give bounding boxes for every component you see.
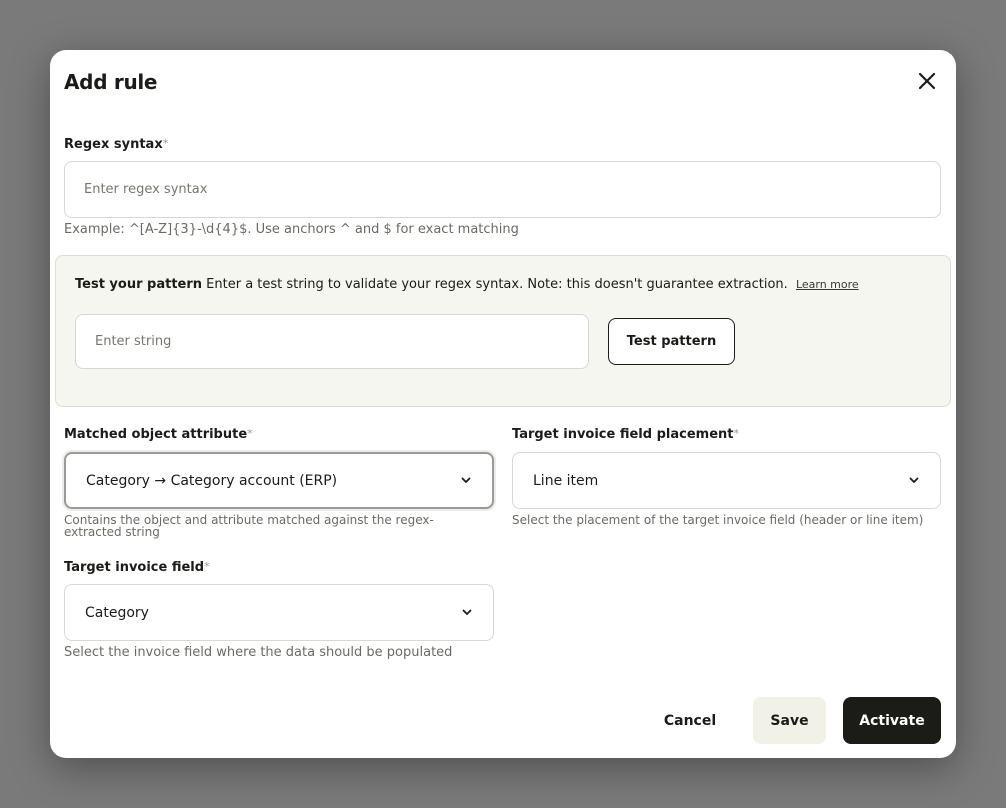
required-mark: * — [204, 560, 210, 573]
test-string-input[interactable] — [75, 314, 589, 369]
matched-attribute-value: Category → Category account (ERP) — [86, 472, 338, 489]
chevron-down-icon — [461, 607, 473, 619]
target-field-label-text: Target invoice field — [64, 560, 205, 575]
matched-attribute-hint: Contains the object and attribute matche… — [64, 513, 434, 539]
chevron-down-icon — [908, 475, 920, 487]
add-rule-dialog: Add rule Regex syntax* Example: ^[A-Z]{3… — [50, 50, 956, 758]
target-field-value: Category — [85, 604, 149, 621]
target-field-select[interactable]: Category — [64, 584, 494, 641]
target-placement-hint: Select the placement of the target invoi… — [512, 513, 924, 527]
test-pattern-title: Test your pattern — [75, 277, 203, 292]
close-button[interactable] — [914, 68, 940, 94]
test-pattern-button[interactable]: Test pattern — [608, 318, 735, 365]
required-mark: * — [162, 137, 169, 150]
regex-hint: Example: ^[A-Z]{3}-\d{4}$. Use anchors ^… — [64, 222, 519, 237]
activate-button[interactable]: Activate — [843, 697, 941, 744]
matched-attribute-select[interactable]: Category → Category account (ERP) — [64, 452, 494, 509]
target-placement-label: Target invoice field placement* — [512, 427, 739, 442]
test-pattern-description: Test your pattern Enter a test string to… — [75, 277, 859, 292]
regex-label: Regex syntax* — [64, 137, 168, 152]
regex-input[interactable] — [64, 161, 941, 218]
target-placement-select[interactable]: Line item — [512, 452, 941, 509]
matched-attribute-label: Matched object attribute* — [64, 427, 253, 442]
required-mark: * — [247, 427, 253, 440]
regex-label-text: Regex syntax — [64, 137, 163, 152]
target-field-label: Target invoice field* — [64, 560, 210, 575]
required-mark: * — [733, 427, 740, 440]
target-placement-value: Line item — [533, 472, 599, 489]
cancel-button[interactable]: Cancel — [650, 697, 730, 744]
close-icon — [918, 72, 936, 90]
learn-more-link[interactable]: Learn more — [796, 278, 859, 291]
target-placement-label-text: Target invoice field placement — [512, 427, 734, 442]
test-pattern-text: Enter a test string to validate your reg… — [206, 277, 788, 292]
matched-attribute-label-text: Matched object attribute — [64, 427, 248, 442]
test-pattern-panel: Test your pattern Enter a test string to… — [55, 255, 951, 407]
dialog-title: Add rule — [64, 70, 158, 94]
chevron-down-icon — [460, 475, 472, 487]
save-button[interactable]: Save — [753, 697, 826, 744]
target-field-hint: Select the invoice field where the data … — [64, 645, 453, 660]
